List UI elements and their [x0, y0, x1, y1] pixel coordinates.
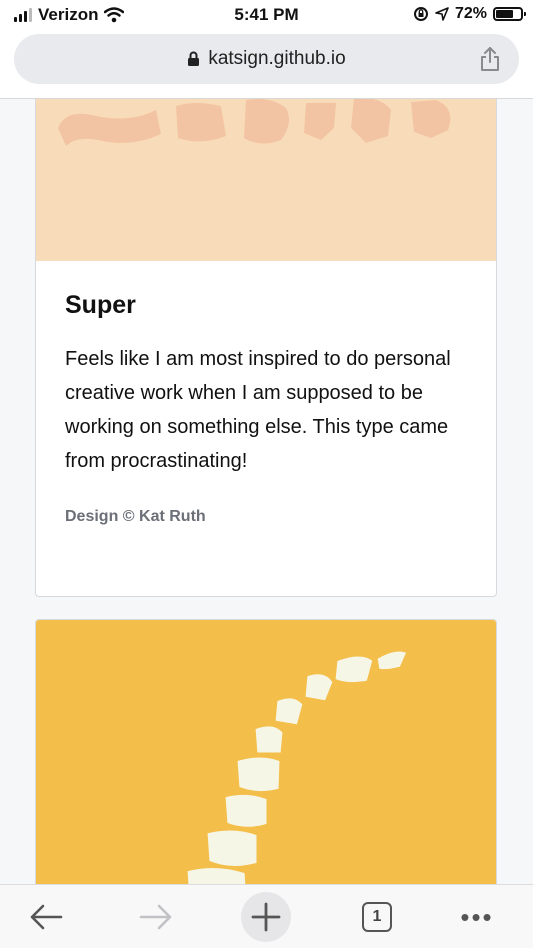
share-icon[interactable]: [479, 46, 501, 72]
status-right: 72%: [413, 5, 526, 23]
back-button[interactable]: [20, 893, 72, 941]
more-dots-icon[interactable]: •••: [451, 893, 503, 941]
card-body: Super Feels like I am most inspired to d…: [65, 291, 475, 526]
lock-icon: [188, 51, 200, 66]
card-description: Feels like I am most inspired to do pers…: [65, 348, 451, 472]
new-tab-button[interactable]: [240, 892, 292, 942]
battery-percent: 72%: [454, 5, 487, 22]
web-page-content[interactable]: Super Feels like I am most inspired to d…: [0, 99, 533, 884]
lettering-artwork: [184, 648, 410, 884]
card-artwork[interactable]: [36, 99, 496, 261]
project-card-next[interactable]: [35, 619, 497, 884]
forward-button[interactable]: [130, 893, 182, 941]
tab-switcher-button[interactable]: 1: [351, 893, 403, 941]
address-bar[interactable]: katsign.github.io: [14, 34, 519, 84]
back-arrow-icon: [30, 904, 63, 930]
new-tab-circle: [241, 892, 291, 942]
rotation-lock-icon: [413, 7, 428, 21]
battery-level: [496, 10, 513, 18]
card-credit: Design © Kat Ruth: [65, 508, 206, 525]
location-arrow-icon: [435, 7, 449, 21]
lettering-artwork: [58, 99, 451, 146]
card-title[interactable]: Super: [65, 291, 475, 320]
plus-icon: [251, 902, 281, 932]
project-card-super[interactable]: Super Feels like I am most inspired to d…: [35, 99, 497, 597]
card-artwork[interactable]: [36, 620, 496, 884]
battery-icon: [493, 7, 526, 21]
tab-count-icon: 1: [362, 902, 392, 932]
status-bar: Verizon 5:41 PM 72%: [0, 0, 533, 30]
browser-toolbar: 1 •••: [0, 884, 533, 948]
url-text: katsign.github.io: [208, 48, 346, 69]
forward-arrow-icon: [139, 904, 172, 930]
url-display[interactable]: katsign.github.io: [14, 34, 519, 84]
